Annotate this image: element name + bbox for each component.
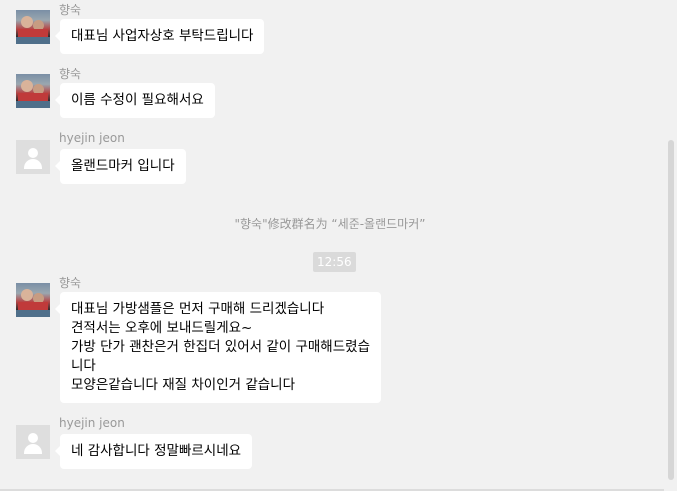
timestamp-badge: 12:56 (313, 252, 356, 272)
chat-message-list[interactable]: 향숙 대표님 사업자상호 부탁드립니다 향숙 이름 수정이 필요해서요 hyej… (0, 0, 664, 491)
message-text: 네 감사합니다 정말빠르시네요 (71, 443, 242, 459)
message-text: 대표님 가방샘플은 먼저 구매해 드리겠습니다 (71, 301, 325, 317)
scrollbar[interactable] (664, 0, 677, 491)
message-text: 견적서는 오후에 보내드릴게요~ (71, 320, 253, 336)
message-text: 모양은같습니다 재질 차이인거 같습니다 (71, 377, 296, 393)
scrollbar-thumb[interactable] (668, 140, 674, 480)
message-text: 가방 단가 괜찬은거 한집더 있어서 같이 구매해드렸습 (71, 339, 370, 355)
message-text: 이름 수정이 필요해서요 (71, 92, 204, 108)
message-bubble[interactable]: 이름 수정이 필요해서요 (55, 83, 215, 118)
message-bubble[interactable]: 네 감사합니다 정말빠르시네요 (54, 434, 253, 469)
sender-name: 향숙 (59, 276, 82, 290)
default-avatar-icon (28, 148, 38, 158)
default-avatar-icon (28, 433, 38, 443)
avatar[interactable] (16, 283, 50, 317)
message-text: 니다 (71, 358, 96, 374)
message-bubble[interactable]: 대표님 사업자상호 부탁드립니다 (54, 19, 265, 54)
sender-name: hyejin jeon (59, 131, 125, 145)
sender-name: 향숙 (59, 67, 82, 81)
system-notice: "향숙"修改群名为 “세준-올랜드마커” (234, 217, 426, 231)
avatar[interactable] (16, 74, 50, 108)
sender-name: hyejin jeon (59, 416, 125, 430)
message-bubble[interactable]: 대표님 가방샘플은 먼저 구매해 드리겠습니다 견적서는 오후에 보내드릴게요~… (55, 292, 381, 403)
sender-name: 향숙 (59, 3, 82, 17)
message-text: 올랜드마커 입니다 (71, 158, 175, 174)
avatar[interactable] (16, 425, 50, 459)
avatar[interactable] (16, 140, 50, 174)
message-text: 대표님 사업자상호 부탁드립니다 (71, 28, 254, 44)
avatar[interactable] (16, 10, 50, 44)
message-bubble[interactable]: 올랜드마커 입니다 (55, 149, 186, 184)
